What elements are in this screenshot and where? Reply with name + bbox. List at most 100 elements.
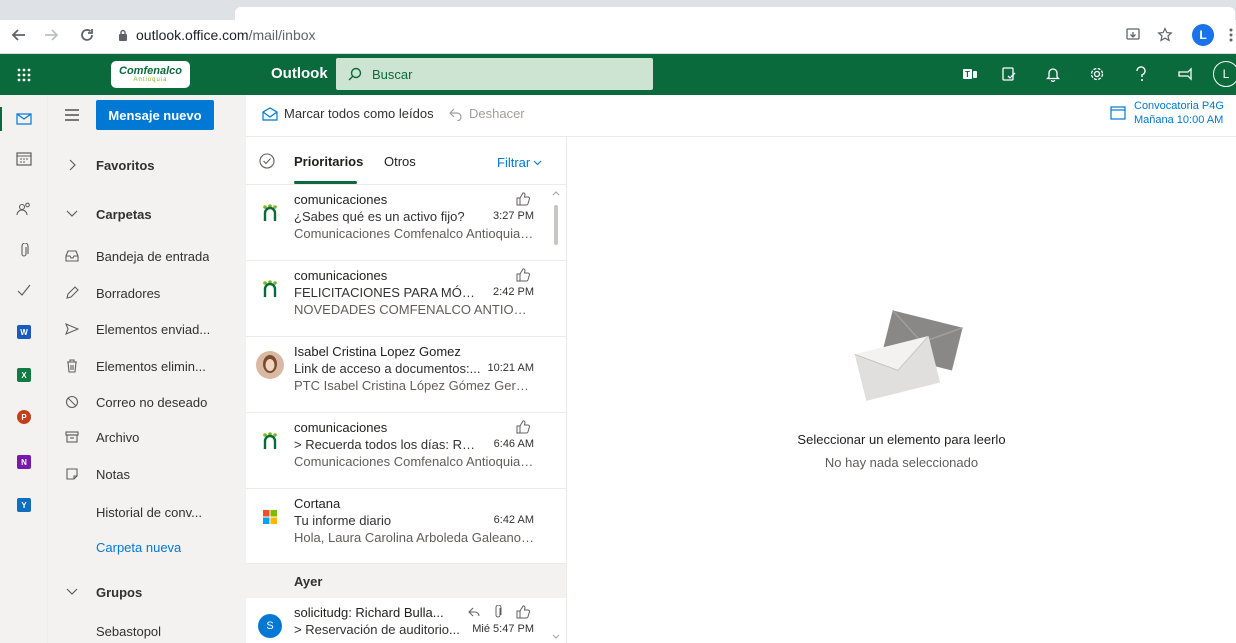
message-sender: Cortana [294, 496, 341, 511]
list-item[interactable]: S solicitudg: Richard Bulla... > Reserva… [246, 598, 566, 643]
message-subject: Link de acceso a documentos:... [294, 361, 481, 376]
bell-icon[interactable] [1042, 63, 1064, 85]
group-item[interactable]: Sebastopol [48, 613, 246, 643]
upcoming-event-reminder[interactable]: Convocatoria P4G Mañana 10:00 AM [1110, 99, 1224, 127]
calendar-icon[interactable] [0, 139, 48, 179]
message-preview: Comunicaciones Comfenalco Antioquia c... [294, 226, 534, 241]
chevron-down-icon [48, 588, 96, 596]
new-folder-label: Carpeta nueva [96, 539, 182, 555]
folder-item-junk[interactable]: Correo no deseado [48, 384, 246, 420]
like-icon[interactable] [516, 268, 530, 282]
app-rail: W X P N Y [0, 95, 48, 643]
folder-item-inbox[interactable]: Bandeja de entrada [48, 238, 246, 274]
list-item[interactable]: Isabel Cristina Lopez Gomez Link de acce… [246, 337, 566, 413]
message-preview: Hola, Laura Carolina Arboleda Galeano: ¡… [294, 530, 534, 545]
chevron-right-icon [48, 159, 96, 171]
hamburger-menu-icon[interactable] [62, 105, 82, 125]
word-icon[interactable]: W [0, 312, 48, 352]
logo-text: Comfenalco [119, 65, 182, 77]
reading-pane: Seleccionar un elemento para leerlo No h… [567, 137, 1236, 643]
teams-icon[interactable]: T [959, 63, 981, 85]
logo-subtext: Antioquia [133, 77, 168, 83]
new-folder-link[interactable]: Carpeta nueva [48, 529, 246, 565]
comfenalco-icon [256, 427, 284, 455]
chevron-down-icon [48, 210, 96, 218]
sender-avatar: S [256, 612, 284, 640]
scrollbar-thumb[interactable] [554, 205, 558, 245]
folder-item-deleted[interactable]: Elementos elimin... [48, 348, 246, 384]
powerpoint-icon[interactable]: P [0, 397, 48, 437]
folder-item-archive[interactable]: Archivo [48, 419, 246, 455]
chevron-down-icon [533, 160, 542, 166]
message-subject: > Reservación de auditorio... [294, 622, 460, 637]
app-launcher-icon[interactable] [0, 54, 48, 95]
archive-icon [48, 431, 96, 443]
user-avatar[interactable]: L [1213, 61, 1236, 87]
search-input[interactable] [372, 66, 632, 82]
like-icon[interactable] [516, 605, 530, 619]
bookmark-star-icon[interactable] [1154, 24, 1176, 46]
send-icon [48, 323, 96, 335]
reminder-time: Mañana 10:00 AM [1134, 114, 1224, 126]
folder-item-sent[interactable]: Elementos enviad... [48, 311, 246, 347]
organization-logo[interactable]: Comfenalco Antioquia [111, 61, 190, 88]
tab-focused[interactable]: Prioritarios [294, 154, 363, 169]
folder-label: Elementos enviad... [96, 321, 211, 337]
folders-header[interactable]: Carpetas [48, 196, 246, 232]
tab-other[interactable]: Otros [384, 154, 416, 169]
list-item[interactable]: comunicaciones ¿Sabes qué es un activo f… [246, 185, 566, 261]
folder-label: Bandeja de entrada [96, 248, 210, 264]
message-list: Prioritarios Otros Filtrar comunicacione… [246, 137, 567, 643]
list-item[interactable]: comunicaciones FELICITACIONES PARA MÓNIC… [246, 261, 566, 337]
back-icon[interactable] [8, 24, 30, 46]
date-group-header: Ayer [246, 564, 566, 598]
filter-button[interactable]: Filtrar [497, 155, 542, 170]
folder-item-drafts[interactable]: Borradores [48, 275, 246, 311]
search-box[interactable] [336, 58, 653, 90]
attachment-icon[interactable] [0, 231, 48, 271]
trash-icon [48, 359, 96, 373]
folder-pane: Mensaje nuevo Favoritos Carpetas Bandeja… [48, 95, 246, 643]
feedback-icon[interactable] [1174, 63, 1196, 85]
gear-icon[interactable] [1086, 63, 1108, 85]
onenote-icon[interactable]: N [0, 442, 48, 482]
group-label: Sebastopol [96, 623, 162, 639]
todo-icon[interactable] [0, 270, 48, 310]
list-item[interactable]: Cortana Tu informe diario 6:42 AM Hola, … [246, 489, 566, 564]
yammer-icon[interactable]: Y [0, 485, 48, 525]
message-list-scrollbar[interactable] [552, 185, 560, 643]
like-icon[interactable] [516, 420, 530, 434]
browser-profile-avatar[interactable]: L [1192, 24, 1214, 46]
comfenalco-icon [256, 199, 284, 227]
undo-button[interactable]: Deshacer [449, 106, 525, 121]
mark-all-read-button[interactable]: Marcar todos como leídos [262, 106, 434, 121]
new-message-button[interactable]: Mensaje nuevo [96, 100, 214, 130]
install-app-icon[interactable] [1122, 24, 1144, 46]
my-day-icon[interactable] [998, 63, 1020, 85]
list-item[interactable]: comunicaciones > Recuerda todos los días… [246, 413, 566, 489]
mail-icon[interactable] [0, 99, 48, 139]
browser-menu-icon[interactable] [1220, 24, 1236, 46]
url-path: /mail/inbox [248, 27, 316, 43]
tab-focused-underline [294, 181, 357, 184]
people-icon[interactable] [0, 189, 48, 229]
folder-item-conversation-history[interactable]: Historial de conv... [48, 494, 246, 530]
microsoft-icon [256, 503, 284, 531]
reload-icon[interactable] [76, 24, 98, 46]
address-bar[interactable]: outlook.office.com/mail/inbox [110, 23, 1120, 47]
favorites-header[interactable]: Favoritos [48, 147, 246, 183]
like-icon[interactable] [516, 192, 530, 206]
mark-all-read-label: Marcar todos como leídos [284, 106, 434, 121]
excel-icon[interactable]: X [0, 355, 48, 395]
empty-state-title: Seleccionar un elemento para leerlo [797, 432, 1006, 447]
help-icon[interactable] [1130, 63, 1152, 85]
browser-tab[interactable] [235, 7, 1235, 20]
message-list-header: Prioritarios Otros Filtrar [246, 137, 566, 185]
message-time: 6:46 AM [493, 438, 534, 450]
folder-label: Notas [96, 466, 130, 482]
app-title[interactable]: Outlook [271, 65, 328, 82]
groups-header[interactable]: Grupos [48, 574, 246, 610]
folder-item-notes[interactable]: Notas [48, 456, 246, 492]
forward-icon[interactable] [40, 24, 62, 46]
select-all-check-icon[interactable] [259, 153, 275, 169]
